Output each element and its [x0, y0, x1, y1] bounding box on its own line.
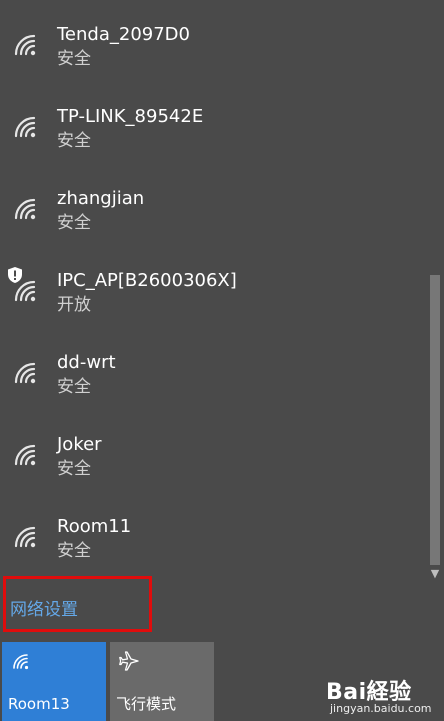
network-settings-link[interactable]: 网络设置: [10, 598, 78, 622]
network-item-dd-wrt[interactable]: dd-wrt 安全: [0, 346, 428, 428]
network-flyout: Tenda_2097D0 安全 TP-LINK_89542E 安全 zhangj…: [0, 0, 444, 721]
network-item-tplink[interactable]: TP-LINK_89542E 安全: [0, 100, 428, 182]
scrollbar[interactable]: ▼: [428, 0, 442, 584]
airplane-mode-tile[interactable]: 飞行模式: [110, 642, 214, 721]
wifi-icon: [10, 440, 40, 470]
network-item-ipc-ap[interactable]: IPC_AP[B2600306X] 开放: [0, 264, 428, 346]
wifi-tile-label: Room13: [8, 695, 70, 713]
chevron-down-icon[interactable]: ▼: [429, 568, 441, 580]
network-ssid: TP-LINK_89542E: [57, 106, 204, 127]
network-security: 安全: [57, 541, 91, 561]
network-item-tenda[interactable]: Tenda_2097D0 安全: [0, 18, 428, 100]
wifi-icon: [10, 650, 32, 672]
network-ssid: Joker: [57, 434, 102, 455]
wifi-icon: [10, 194, 40, 224]
network-security: 安全: [57, 213, 91, 233]
wifi-icon: [10, 522, 40, 552]
airplane-icon: [118, 650, 140, 672]
network-item-joker[interactable]: Joker 安全: [0, 428, 428, 510]
network-security: 安全: [57, 459, 91, 479]
network-list: Tenda_2097D0 安全 TP-LINK_89542E 安全 zhangj…: [0, 0, 428, 570]
baidu-watermark: Bai経验 jingyan.baidu.com: [326, 672, 438, 718]
wifi-tile[interactable]: Room13: [2, 642, 106, 721]
network-item-room11[interactable]: Room11 安全: [0, 510, 428, 570]
network-security: 安全: [57, 131, 91, 151]
wifi-icon: [10, 112, 40, 142]
wifi-icon: [10, 276, 40, 306]
network-ssid: Tenda_2097D0: [57, 24, 190, 45]
scroll-thumb[interactable]: [430, 275, 440, 565]
network-ssid: zhangjian: [57, 188, 145, 209]
airplane-tile-label: 飞行模式: [116, 695, 177, 713]
network-security: 开放: [57, 295, 91, 315]
wifi-icon: [10, 358, 40, 388]
network-ssid: IPC_AP[B2600306X]: [57, 270, 237, 291]
network-security: 安全: [57, 377, 91, 397]
watermark-url: jingyan.baidu.com: [330, 702, 432, 715]
network-security: 安全: [57, 49, 91, 69]
network-item-zhangjian[interactable]: zhangjian 安全: [0, 182, 428, 264]
network-ssid: Room11: [57, 516, 132, 537]
wifi-icon: [10, 30, 40, 60]
network-ssid: dd-wrt: [57, 352, 116, 373]
